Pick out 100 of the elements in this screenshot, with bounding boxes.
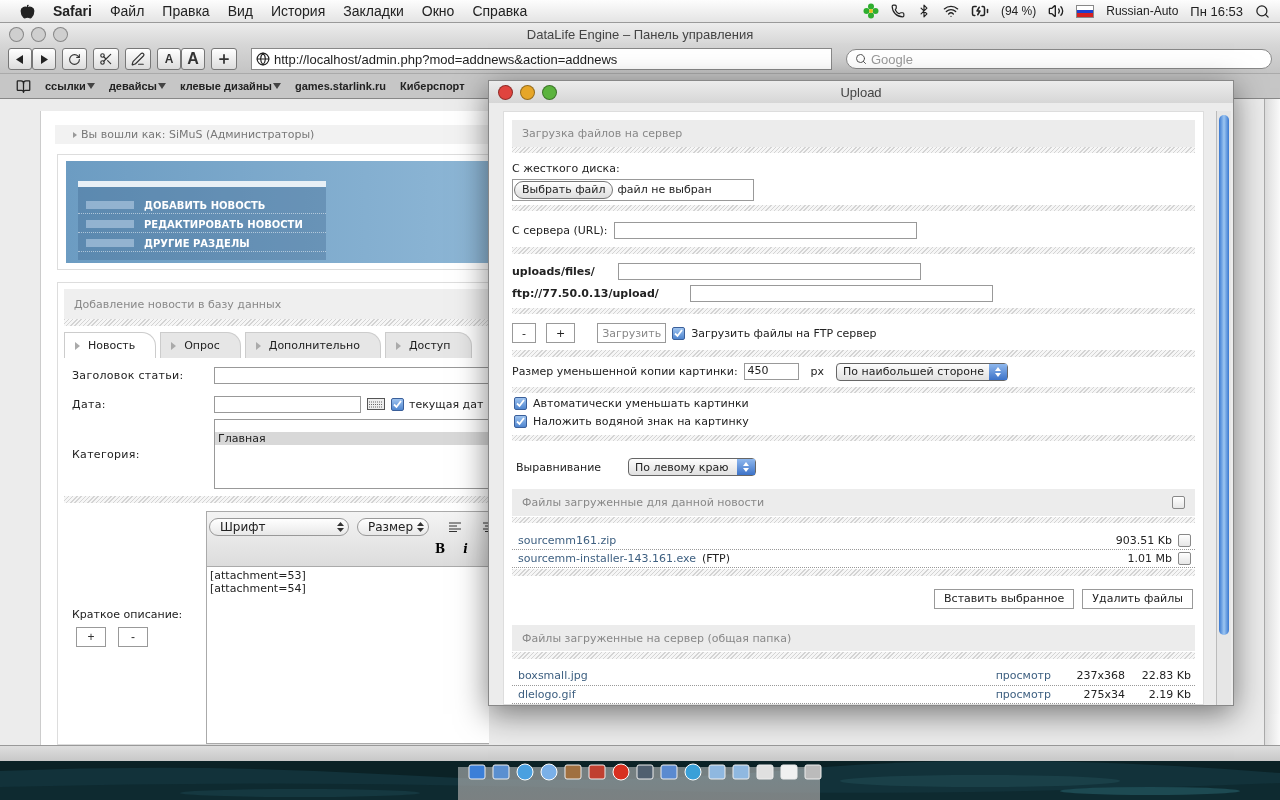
caret-icon bbox=[272, 83, 281, 89]
minimize-button[interactable] bbox=[31, 26, 46, 42]
add-bookmark-button[interactable] bbox=[211, 48, 237, 70]
preview-link[interactable]: просмотр bbox=[995, 669, 1051, 683]
nav-link[interactable]: ДРУГИЕ РАЗДЕЛЫ bbox=[78, 235, 326, 252]
checkbox-label: Наложить водяной знак на картинку bbox=[533, 415, 749, 429]
url-field[interactable] bbox=[613, 221, 917, 239]
bookmark[interactable]: клевые дизайны bbox=[180, 80, 281, 92]
file-link[interactable]: dlelogo.gif bbox=[518, 687, 576, 701]
bookmark[interactable]: девайсы bbox=[108, 80, 166, 92]
unit-label: px bbox=[810, 365, 825, 379]
tab[interactable]: Новость bbox=[64, 332, 157, 358]
window-icon[interactable] bbox=[468, 763, 486, 781]
zoom-button[interactable] bbox=[53, 26, 68, 42]
menu-item[interactable]: Закладки bbox=[343, 3, 404, 19]
phone-icon[interactable] bbox=[890, 4, 905, 18]
font-select[interactable]: Шрифт bbox=[209, 518, 349, 536]
row-button[interactable]: - bbox=[512, 323, 536, 344]
flower-icon[interactable] bbox=[862, 3, 879, 19]
scrollbar[interactable] bbox=[1264, 99, 1280, 745]
checkbox[interactable] bbox=[391, 397, 404, 411]
clock[interactable]: Пн 16:53 bbox=[1190, 3, 1243, 19]
checkbox-label: Загрузить файлы на FTP сервер bbox=[691, 326, 877, 340]
calendar-icon[interactable] bbox=[367, 398, 385, 410]
resize-button[interactable]: - bbox=[118, 627, 148, 647]
forward-button[interactable] bbox=[32, 48, 56, 70]
section-header: Добавление новости в базу данных bbox=[64, 289, 489, 319]
bullet-icon bbox=[396, 341, 401, 350]
thumb-size-field[interactable]: 450 bbox=[743, 363, 799, 381]
checkbox[interactable] bbox=[514, 415, 527, 429]
ftp-path-field[interactable] bbox=[690, 285, 993, 303]
caret-icon bbox=[158, 83, 166, 89]
app-menu[interactable]: Safari bbox=[53, 3, 92, 19]
back-button[interactable] bbox=[8, 48, 32, 70]
checkbox[interactable] bbox=[1178, 552, 1191, 566]
checkbox[interactable] bbox=[1178, 533, 1191, 547]
file-link[interactable]: sourcemm161.zip bbox=[518, 533, 617, 547]
field-label: С жесткого диска: bbox=[512, 162, 620, 176]
flag-icon[interactable] bbox=[1076, 4, 1095, 18]
bold-button[interactable]: B bbox=[435, 542, 446, 556]
menu-item[interactable]: Окно bbox=[421, 3, 455, 19]
italic-button[interactable]: i bbox=[463, 542, 468, 556]
file-field[interactable]: Выбрать файл файл не выбран bbox=[512, 178, 754, 201]
checkbox[interactable] bbox=[672, 326, 686, 340]
apple-icon[interactable] bbox=[20, 3, 35, 19]
search-icon[interactable] bbox=[1255, 3, 1270, 19]
file-link[interactable]: sourcemm-installer-143.161.exe bbox=[518, 552, 696, 566]
bookmark[interactable]: games.starlink.ru bbox=[294, 80, 386, 92]
action-button[interactable]: Удалить файлы bbox=[1082, 588, 1193, 609]
menu-item[interactable]: История bbox=[270, 3, 326, 19]
input-source[interactable]: Russian-Auto bbox=[1106, 4, 1179, 18]
section-header: Загрузка файлов на сервер bbox=[512, 120, 1195, 147]
preview-link[interactable]: просмотр bbox=[995, 687, 1051, 701]
path-field[interactable] bbox=[618, 263, 921, 281]
size-select[interactable]: Размер bbox=[357, 518, 429, 536]
section-title: Файлы загруженные для данной новости bbox=[522, 496, 765, 510]
battery-percent: (94 %) bbox=[1000, 4, 1037, 18]
file-link[interactable]: boxsmall.jpg bbox=[518, 669, 588, 683]
address-field[interactable]: http://localhost/admin.php?mod=addnews&action=addnews bbox=[251, 48, 832, 70]
font-size-button[interactable]: A bbox=[157, 48, 181, 70]
align-left-icon[interactable] bbox=[449, 522, 461, 532]
close-button[interactable] bbox=[9, 26, 24, 42]
bookmark[interactable]: ссылки bbox=[45, 80, 95, 92]
title-field[interactable] bbox=[214, 366, 489, 384]
align-select[interactable]: По левому краю bbox=[628, 458, 756, 477]
search-icon bbox=[855, 53, 867, 65]
tab[interactable]: Дополнительно bbox=[244, 332, 381, 358]
nav-link[interactable]: ДОБАВИТЬ НОВОСТЬ bbox=[78, 197, 326, 214]
resize-button[interactable]: + bbox=[76, 627, 106, 647]
book-icon[interactable] bbox=[16, 78, 31, 94]
font-size-button[interactable]: A bbox=[181, 48, 205, 70]
nav-link[interactable]: РЕДАКТИРОВАТЬ НОВОСТИ bbox=[78, 216, 326, 233]
checkbox[interactable] bbox=[1172, 496, 1185, 510]
tab[interactable]: Опрос bbox=[160, 332, 241, 358]
reload-button[interactable] bbox=[62, 48, 87, 70]
menu-item[interactable]: Правка bbox=[162, 3, 210, 19]
checkbox-label: Автоматически уменьшать картинки bbox=[533, 397, 749, 411]
row-button[interactable]: + bbox=[546, 323, 576, 344]
menu-item[interactable]: Справка bbox=[472, 3, 528, 19]
date-field[interactable] bbox=[214, 395, 361, 413]
scrollbar[interactable] bbox=[1216, 111, 1231, 705]
bookmark[interactable]: Киберспорт bbox=[400, 80, 465, 92]
path-label: ftp://77.50.0.13/upload/ bbox=[512, 287, 660, 301]
category-list[interactable]: Главная bbox=[214, 419, 489, 489]
menu-item[interactable]: Файл bbox=[109, 3, 145, 19]
file-note: (FTP) bbox=[701, 552, 730, 566]
checkbox[interactable] bbox=[514, 397, 527, 411]
thumb-mode-select[interactable]: По наибольшей стороне bbox=[836, 362, 1009, 381]
volume-icon[interactable] bbox=[1048, 3, 1065, 19]
wifi-icon[interactable] bbox=[942, 3, 959, 19]
zoom-button[interactable] bbox=[542, 84, 557, 100]
minimize-button[interactable] bbox=[520, 84, 535, 100]
edit-button[interactable] bbox=[125, 48, 151, 70]
tab[interactable]: Доступ bbox=[385, 332, 472, 358]
snippet-button[interactable] bbox=[93, 48, 119, 70]
menu-item[interactable]: Вид bbox=[227, 3, 253, 19]
close-button[interactable] bbox=[498, 84, 513, 100]
left-triangle-icon bbox=[16, 54, 24, 64]
action-button[interactable]: Вставить выбранное bbox=[934, 588, 1075, 609]
list-item[interactable]: Главная bbox=[215, 432, 489, 445]
